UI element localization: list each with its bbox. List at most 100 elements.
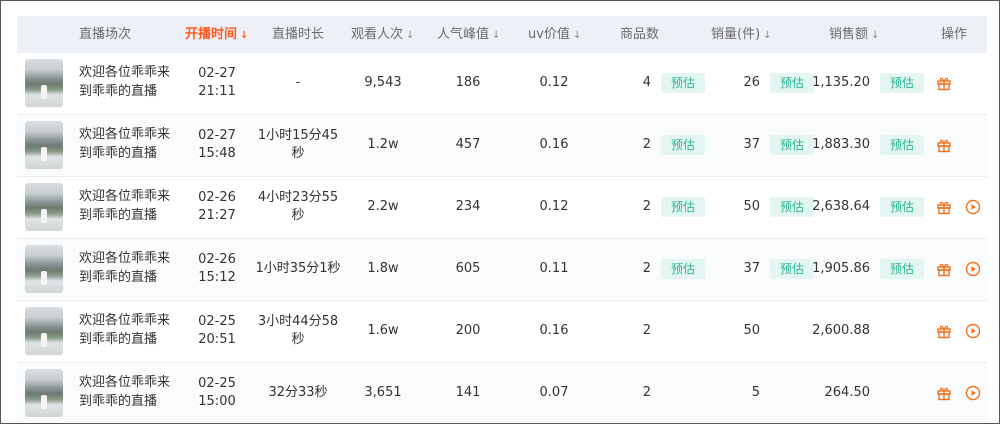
sales-amount-value: 1,883.30 — [812, 137, 870, 152]
uv-cell: 0.16 — [524, 301, 584, 361]
peak-cell: 457 — [437, 115, 499, 175]
col-header-sales-amount[interactable]: 销售额 ↓ — [829, 16, 879, 53]
start-time-cell: 02-26 21:27 — [189, 177, 245, 237]
col-header-views[interactable]: 观看人次 ↓ — [351, 16, 414, 53]
peak-cell: 605 — [437, 239, 499, 299]
col-header-start-time[interactable]: 开播时间 ↓ — [185, 16, 248, 53]
sales-count-cell: 50 — [717, 301, 760, 361]
sales-amount-value: 1,135.20 — [812, 75, 870, 90]
duration-value: 4小时23分55秒 — [257, 190, 339, 223]
col-header-sales-count[interactable]: 销量(件) ↓ — [711, 16, 772, 53]
gift-icon[interactable] — [936, 75, 952, 91]
table-row[interactable]: 欢迎各位乖乖来到乖乖的直播 02-26 15:12 1小时35分1秒 1.8w 6… — [17, 239, 987, 301]
table-header: 直播场次 开播时间 ↓ 直播时长 观看人次 ↓ 人气峰值 ↓ uv价值 ↓ 商品数 销量… — [17, 16, 987, 53]
start-time: 15:12 — [198, 270, 236, 285]
estimate-badge: 预估 — [770, 197, 814, 217]
duration-cell: 4小时23分55秒 — [255, 177, 341, 237]
products-value: 4 — [642, 75, 651, 90]
session-title[interactable]: 欢迎各位乖乖来到乖乖的直播 — [79, 125, 179, 163]
play-circle-icon[interactable] — [965, 199, 981, 215]
sales-count-value: 26 — [743, 75, 760, 90]
sales-amount-cell: 1,905.86 — [812, 239, 870, 299]
views-cell: 9,543 — [353, 53, 413, 113]
sales-amount-cell: 264.50 — [812, 363, 871, 423]
row-actions — [936, 261, 981, 277]
session-title[interactable]: 欢迎各位乖乖来到乖乖的直播 — [79, 63, 179, 101]
session-thumbnail[interactable] — [25, 121, 63, 169]
start-date: 02-25 — [198, 376, 236, 391]
row-actions — [936, 75, 952, 91]
uv-cell: 0.16 — [524, 115, 584, 175]
estimate-badge: 预估 — [661, 73, 705, 93]
sales-count-value: 50 — [743, 199, 760, 214]
duration-cell: - — [255, 53, 341, 113]
sort-desc-icon[interactable]: ↓ — [240, 30, 248, 41]
sales-amount-cell: 2,600.88 — [812, 301, 870, 361]
session-title[interactable]: 欢迎各位乖乖来到乖乖的直播 — [79, 373, 179, 411]
gift-icon[interactable] — [936, 137, 952, 153]
views-value: 2.2w — [367, 199, 399, 214]
sales-count-value: 37 — [743, 137, 760, 152]
start-time: 20:51 — [198, 332, 236, 347]
session-thumbnail[interactable] — [25, 369, 63, 417]
sales-amount-cell: 1,135.20 — [812, 53, 870, 113]
start-date: 02-25 — [198, 314, 236, 329]
peak-value: 457 — [455, 137, 481, 152]
start-time: 15:48 — [198, 146, 236, 161]
session-thumbnail[interactable] — [25, 245, 63, 293]
uv-cell: 0.11 — [524, 239, 584, 299]
sales-amount-value: 1,905.86 — [812, 261, 870, 276]
session-thumbnail[interactable] — [25, 183, 63, 231]
peak-value: 200 — [455, 323, 481, 338]
gift-icon[interactable] — [936, 385, 952, 401]
play-circle-icon[interactable] — [965, 385, 981, 401]
table-row[interactable]: 欢迎各位乖乖来到乖乖的直播 02-25 20:51 3小时44分58秒 1.6w … — [17, 301, 987, 363]
session-title[interactable]: 欢迎各位乖乖来到乖乖的直播 — [79, 311, 179, 349]
sales-count-cell: 37 — [717, 115, 760, 175]
col-header-products: 商品数 — [620, 27, 660, 42]
products-cell: 4 — [617, 53, 651, 113]
table-row[interactable]: 欢迎各位乖乖来到乖乖的直播 02-27 15:48 1小时15分45秒 1.2w … — [17, 115, 987, 177]
play-circle-icon[interactable] — [965, 261, 981, 277]
products-cell: 2 — [617, 177, 651, 237]
views-value: 1.8w — [367, 261, 399, 276]
start-time: 15:00 — [198, 394, 236, 409]
play-circle-icon[interactable] — [965, 323, 981, 339]
sort-icon[interactable]: ↓ — [573, 30, 581, 41]
sort-icon[interactable]: ↓ — [871, 30, 879, 41]
uv-value: 0.11 — [539, 261, 569, 276]
col-header-peak[interactable]: 人气峰值 ↓ — [437, 16, 500, 53]
table-row[interactable]: 欢迎各位乖乖来到乖乖的直播 02-25 15:00 32分33秒 3,651 14… — [17, 363, 987, 423]
table-row[interactable]: 欢迎各位乖乖来到乖乖的直播 02-26 21:27 4小时23分55秒 2.2w … — [17, 177, 987, 239]
row-actions — [936, 385, 981, 401]
products-value: 2 — [642, 323, 651, 338]
session-title[interactable]: 欢迎各位乖乖来到乖乖的直播 — [79, 249, 179, 287]
estimate-badge: 预估 — [770, 73, 814, 93]
session-title[interactable]: 欢迎各位乖乖来到乖乖的直播 — [79, 187, 179, 225]
gift-icon[interactable] — [936, 199, 952, 215]
estimate-badge: 预估 — [661, 135, 705, 155]
uv-cell: 0.12 — [524, 177, 584, 237]
col-header-uv[interactable]: uv价值 ↓ — [528, 16, 581, 53]
col-header-session: 直播场次 — [79, 27, 132, 42]
products-value: 2 — [642, 137, 651, 152]
sales-amount-value: 2,600.88 — [812, 323, 870, 338]
views-cell: 1.6w — [353, 301, 413, 361]
sort-icon[interactable]: ↓ — [492, 30, 500, 41]
sales-amount-value: 264.50 — [824, 385, 871, 400]
sort-icon[interactable]: ↓ — [406, 30, 414, 41]
table-row[interactable]: 欢迎各位乖乖来到乖乖的直播 02-27 21:11 - 9,543 186 0.1… — [17, 53, 987, 115]
sort-icon[interactable]: ↓ — [763, 30, 771, 41]
start-time-cell: 02-27 15:48 — [189, 115, 245, 175]
session-thumbnail[interactable] — [25, 307, 63, 355]
col-header-actions: 操作 — [941, 27, 968, 42]
duration-cell: 1小时35分1秒 — [255, 239, 341, 299]
views-value: 1.6w — [367, 323, 399, 338]
session-thumbnail[interactable] — [25, 59, 63, 107]
views-cell: 2.2w — [353, 177, 413, 237]
gift-icon[interactable] — [936, 323, 952, 339]
sales-amount-cell: 2,638.64 — [812, 177, 870, 237]
uv-value: 0.16 — [539, 323, 569, 338]
start-date: 02-26 — [198, 190, 236, 205]
gift-icon[interactable] — [936, 261, 952, 277]
